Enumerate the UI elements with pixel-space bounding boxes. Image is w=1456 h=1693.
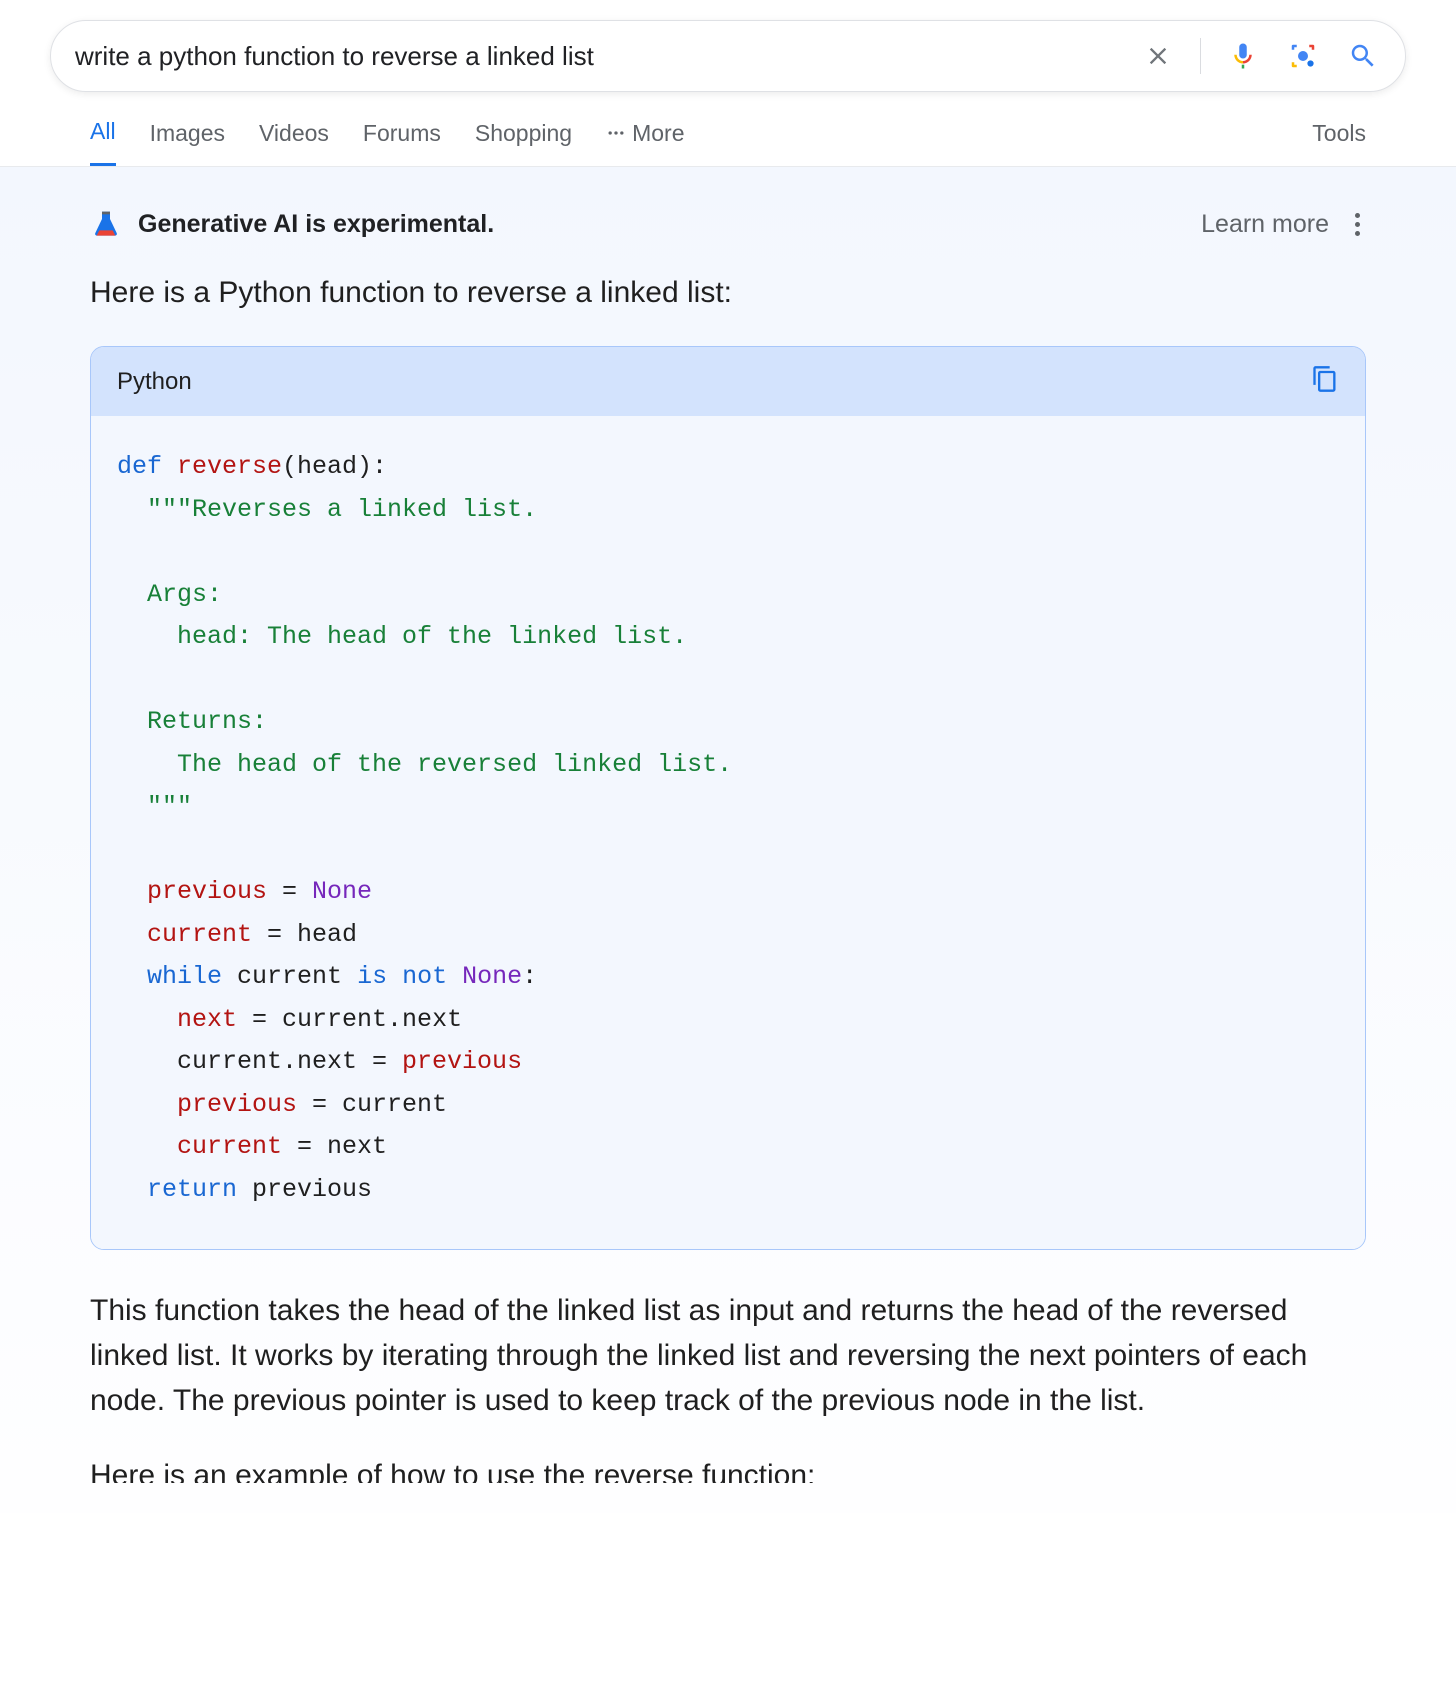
search-icons (1140, 38, 1381, 74)
ai-header-right: Learn more (1201, 207, 1366, 242)
separator (1200, 38, 1201, 74)
copy-icon[interactable] (1311, 365, 1339, 398)
tab-all[interactable]: All (90, 118, 116, 166)
search-bar-wrapper (0, 0, 1456, 92)
tab-videos[interactable]: Videos (259, 120, 329, 165)
tab-images[interactable]: Images (150, 120, 225, 165)
clear-icon[interactable] (1140, 38, 1176, 74)
flask-icon (90, 209, 122, 241)
tabs-row: All Images Videos Forums Shopping More T… (0, 92, 1456, 167)
learn-more-link[interactable]: Learn more (1201, 210, 1329, 239)
tabs: All Images Videos Forums Shopping More (90, 118, 684, 166)
lens-icon[interactable] (1285, 38, 1321, 74)
more-dots-icon (606, 123, 626, 143)
ai-overview-panel: Generative AI is experimental. Learn mor… (0, 167, 1456, 1513)
code-body: def reverse(head): """Reverses a linked … (91, 416, 1365, 1249)
ai-header-left: Generative AI is experimental. (90, 209, 494, 241)
code-header: Python (91, 347, 1365, 416)
tab-forums[interactable]: Forums (363, 120, 441, 165)
ai-followup-text: Here is an example of how to use the rev… (90, 1453, 1366, 1483)
ai-experimental-text: Generative AI is experimental. (138, 210, 494, 239)
search-input[interactable] (75, 41, 1140, 72)
code-language-label: Python (117, 368, 192, 396)
ai-intro-text: Here is a Python function to reverse a l… (90, 276, 1366, 310)
search-icon[interactable] (1345, 38, 1381, 74)
tab-more[interactable]: More (606, 120, 684, 165)
kebab-menu-icon[interactable] (1349, 207, 1366, 242)
tab-shopping[interactable]: Shopping (475, 120, 572, 165)
code-block: Python def reverse(head): """Reverses a … (90, 346, 1366, 1250)
tools-button[interactable]: Tools (1312, 120, 1366, 165)
tab-more-label: More (632, 120, 684, 147)
search-bar (50, 20, 1406, 92)
ai-description-text: This function takes the head of the link… (90, 1288, 1366, 1423)
ai-followup-cutoff: Here is an example of how to use the rev… (90, 1453, 1366, 1483)
ai-header: Generative AI is experimental. Learn mor… (90, 207, 1366, 242)
mic-icon[interactable] (1225, 38, 1261, 74)
